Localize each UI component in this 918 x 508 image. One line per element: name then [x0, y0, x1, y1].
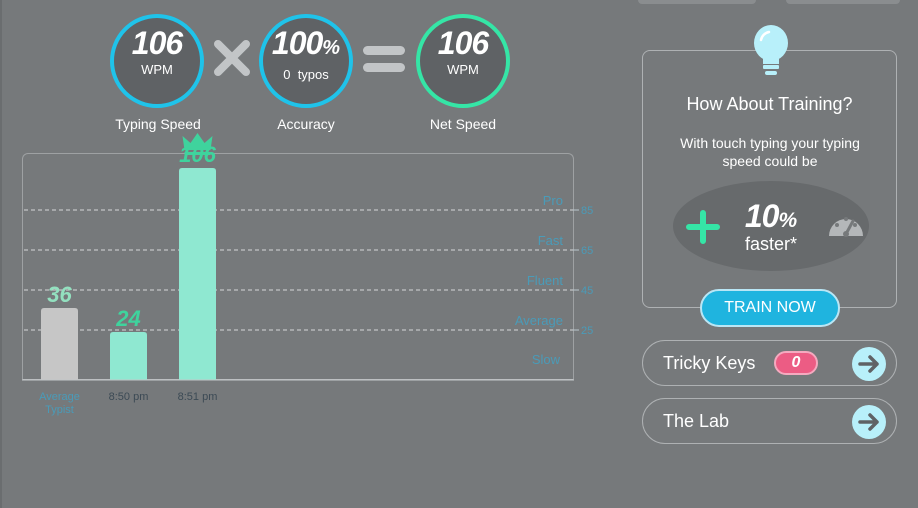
tricky-keys-label: Tricky Keys [663, 353, 756, 373]
top-tab-left[interactable] [638, 0, 756, 4]
arrow-right-icon [858, 355, 879, 373]
bar-data-label: 36 [47, 282, 72, 307]
speed-chart: Pro85Fast65Fluent45Average25Slow3624106A… [22, 133, 593, 416]
category-label-line: 8:50 pm [109, 391, 149, 403]
improvement-percent: 10% [728, 199, 814, 238]
the-lab-label: The Lab [663, 411, 730, 431]
tricky-keys-badge: 0 [774, 351, 818, 375]
category-label: Average Typist [39, 391, 80, 416]
axis-tick-label: 25 [581, 325, 593, 337]
reference-band-label: Average [515, 313, 563, 328]
category-label: 8:51 pm [178, 391, 218, 403]
training-subtitle: With touch typing your typing speed coul… [680, 135, 860, 169]
the-lab-row[interactable]: The Lab [642, 398, 897, 444]
reference-band-label: Pro [543, 193, 563, 208]
axis-tick-label: 85 [581, 205, 593, 217]
the-lab-arrow-button[interactable] [852, 405, 886, 439]
crown-icon [182, 133, 213, 150]
category-label-line: Average [39, 391, 80, 403]
faster-text: faster* [744, 234, 798, 254]
crown-base [184, 152, 211, 155]
tricky-keys-row[interactable]: Tricky Keys 0 [642, 340, 897, 386]
chart-bar [110, 332, 147, 380]
top-tab-right[interactable] [786, 0, 900, 4]
reference-band-label: Fluent [527, 273, 564, 288]
category-label: 8:50 pm [109, 391, 149, 403]
lightbulb-icon [754, 25, 788, 75]
chart-bar [41, 308, 78, 380]
category-label-line: 8:51 pm [178, 391, 218, 403]
speedometer-icon [829, 217, 863, 237]
arrow-right-icon [858, 413, 879, 431]
bar-data-label: 24 [115, 306, 140, 331]
train-now-button[interactable]: TRAIN NOW [700, 289, 840, 327]
tricky-keys-arrow-button[interactable] [852, 347, 886, 381]
axis-tick-label: 65 [581, 245, 593, 257]
category-label-line: Typist [45, 404, 74, 416]
chart-bar [179, 168, 216, 380]
reference-band-label: Fast [538, 233, 564, 248]
improvement-percent-sign: % [778, 209, 798, 232]
training-title: How About Training? [686, 94, 853, 114]
plus-icon [686, 210, 720, 244]
improvement-value: 10 [744, 198, 780, 234]
axis-tick-label: 45 [581, 285, 593, 297]
reference-band-label: Slow [532, 352, 561, 367]
